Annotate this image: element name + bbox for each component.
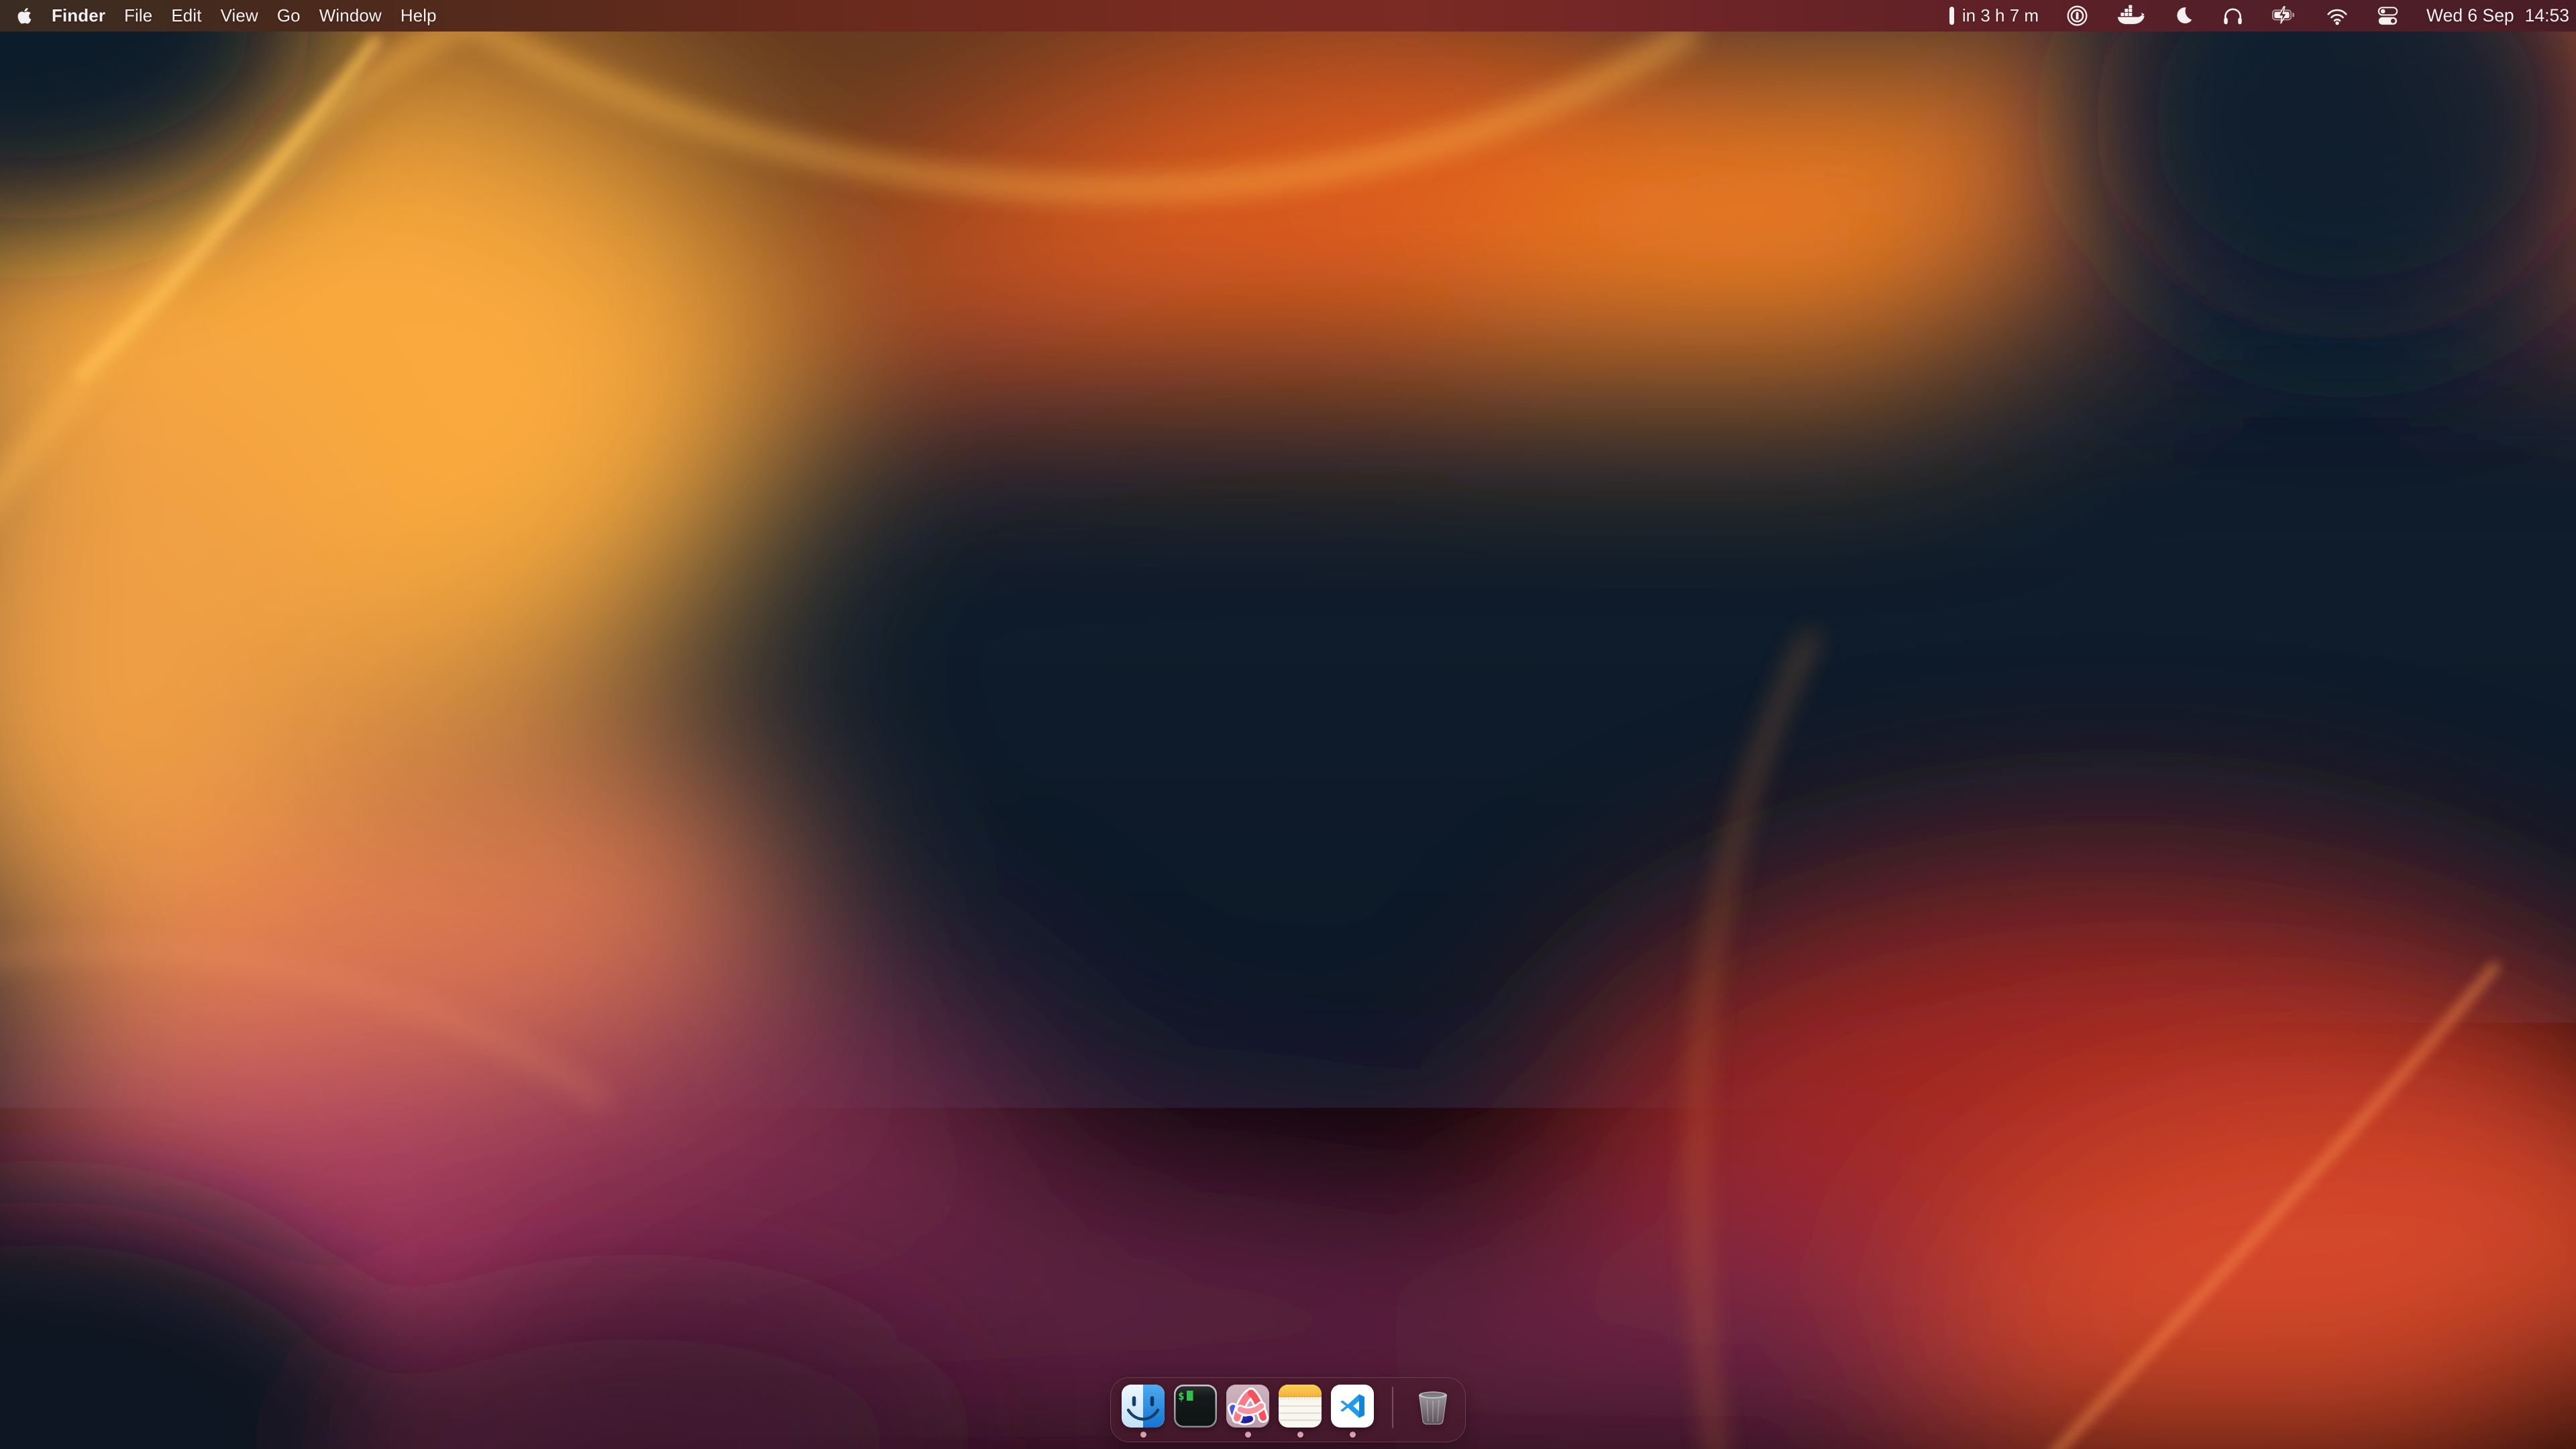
running-indicator <box>1140 1432 1146 1438</box>
finder-icon <box>1121 1384 1165 1428</box>
dock-item-finder[interactable] <box>1121 1384 1165 1438</box>
trash-icon <box>1411 1384 1455 1428</box>
timer-countdown-text: in 3 h 7 m <box>1962 5 2039 26</box>
clock-time: 14:53 <box>2525 5 2569 26</box>
wifi-menu-item[interactable] <box>2325 5 2349 27</box>
running-indicator <box>1350 1432 1356 1438</box>
dock-item-terminal[interactable]: $ <box>1173 1384 1218 1438</box>
headphones-icon <box>2221 4 2245 28</box>
battery-menu-item[interactable] <box>2271 4 2298 28</box>
running-indicator <box>1297 1432 1303 1438</box>
notes-icon <box>1278 1384 1322 1428</box>
desktop: Finder File Edit View Go Window Help in … <box>0 0 2576 1449</box>
audio-device-menu-item[interactable] <box>2221 4 2245 28</box>
wifi-icon <box>2325 5 2349 27</box>
dock: $ <box>1110 1377 1466 1442</box>
moon-icon <box>2172 5 2194 27</box>
wallpaper-ventura-abstract <box>0 0 2576 1449</box>
docker-menu-item[interactable] <box>2116 4 2145 28</box>
clock-date: Wed 6 Sep <box>2426 5 2514 26</box>
vertical-bar-icon <box>1949 7 1954 25</box>
running-indicator <box>1245 1432 1251 1438</box>
focus-mode-menu-item[interactable] <box>2172 5 2194 27</box>
menu-bar-clock[interactable]: Wed 6 Sep 14:53 <box>2426 5 2569 26</box>
terminal-icon: $ <box>1173 1384 1218 1428</box>
control-center-icon <box>2376 5 2400 28</box>
dock-item-trash[interactable] <box>1411 1384 1455 1438</box>
status-timer[interactable]: in 3 h 7 m <box>1949 5 2039 26</box>
menu-app-finder[interactable]: Finder <box>42 0 115 32</box>
menu-bar-status: in 3 h 7 m <box>1949 0 2576 32</box>
menu-help[interactable]: Help <box>391 0 446 32</box>
dock-item-notes[interactable] <box>1278 1384 1322 1438</box>
dock-item-vscode[interactable] <box>1330 1384 1375 1438</box>
1password-menu-item[interactable] <box>2065 4 2089 28</box>
svg-text:$: $ <box>1178 1390 1185 1403</box>
menu-edit[interactable]: Edit <box>162 0 211 32</box>
battery-charging-icon <box>2271 4 2298 28</box>
control-center-menu-item[interactable] <box>2376 5 2400 28</box>
menu-file[interactable]: File <box>115 0 162 32</box>
menu-bar-left: Finder File Edit View Go Window Help <box>0 0 446 32</box>
menu-go[interactable]: Go <box>268 0 310 32</box>
vscode-icon <box>1330 1384 1375 1428</box>
apple-logo-icon <box>17 7 32 25</box>
dock-item-arc[interactable] <box>1226 1384 1270 1438</box>
menu-bar: Finder File Edit View Go Window Help in … <box>0 0 2576 32</box>
dock-separator <box>1392 1387 1393 1428</box>
arc-browser-icon <box>1226 1384 1270 1428</box>
menu-view[interactable]: View <box>211 0 268 32</box>
docker-whale-icon <box>2116 4 2145 28</box>
menu-window[interactable]: Window <box>310 0 391 32</box>
apple-menu[interactable] <box>17 0 42 32</box>
1password-ring-icon <box>2065 4 2089 28</box>
